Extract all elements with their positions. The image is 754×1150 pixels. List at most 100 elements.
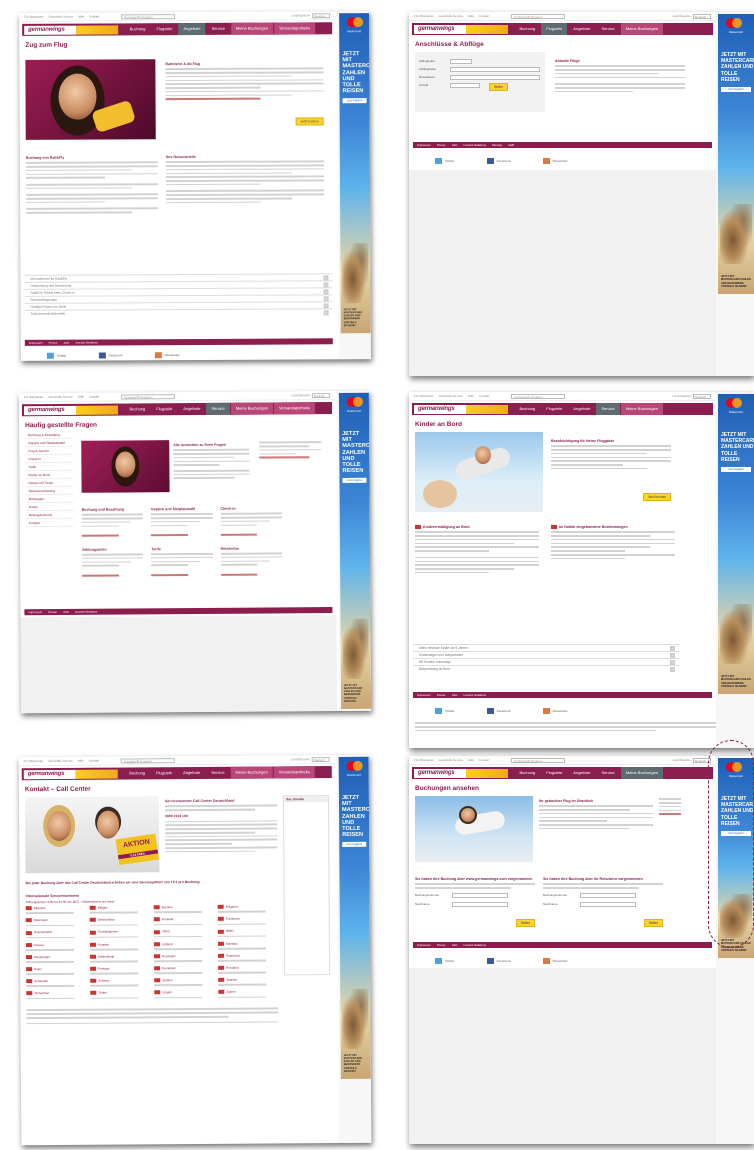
nav-item[interactable]: Flugziele	[541, 23, 568, 35]
mastercard-banner[interactable]: Mastercard JETZT MIT MASTERCARD ZAHLEN U…	[336, 754, 372, 1143]
mastercard-banner[interactable]: Mastercard JETZT MIT MASTERCARD ZAHLEN U…	[716, 392, 754, 748]
count-select[interactable]	[450, 83, 480, 88]
nav-item[interactable]: Buchung	[514, 23, 540, 35]
nav-item[interactable]: Meine Buchungen	[620, 23, 664, 35]
nav-item[interactable]: Meine Buchungen	[230, 402, 274, 415]
search-input[interactable]: Suchbegriff eingeben	[121, 13, 176, 19]
nav-item[interactable]: Service	[206, 402, 230, 415]
banner-button[interactable]: Zum Angebot	[342, 478, 367, 484]
nav-item[interactable]: Buchung	[514, 403, 540, 415]
logo[interactable]: germanwings	[23, 405, 77, 415]
lang-select[interactable]: Deutsch	[693, 13, 711, 19]
booking-number-input[interactable]	[452, 892, 508, 898]
search-input[interactable]: Suchbegriff eingeben	[511, 13, 566, 19]
lang-select[interactable]: Deutsch	[693, 393, 711, 399]
nav-item[interactable]: Meine Buchungen	[230, 766, 273, 779]
search-input[interactable]: Suchbegriff eingeben	[511, 757, 566, 763]
twitter-link[interactable]: Twitter	[435, 958, 455, 964]
accordion-row[interactable]: Mit Kindern unterwegs +	[413, 658, 679, 665]
date-input[interactable]	[450, 75, 540, 80]
booking-number-input[interactable]	[580, 892, 636, 898]
nav-item[interactable]: Flugziele	[151, 767, 177, 779]
nav-item[interactable]: Service	[596, 23, 619, 35]
facebook-link[interactable]: Facebook	[486, 958, 511, 964]
logo[interactable]: germanwings	[414, 404, 467, 414]
banner-button[interactable]: Zum Angebot	[342, 98, 367, 104]
nav-item[interactable]: Angebote	[178, 767, 205, 779]
nav-item[interactable]: Flugziele	[541, 403, 567, 415]
lang-select[interactable]: Deutsch	[312, 12, 331, 18]
banner-button[interactable]: Zum Angebot	[342, 842, 367, 848]
footer-link[interactable]: Investor Relations	[75, 341, 97, 345]
nav-item-angebote[interactable]: Angebote	[178, 22, 206, 36]
banner-button[interactable]: Zum Angebot	[721, 87, 751, 93]
nav-item-flugziele[interactable]: Flugziele	[151, 23, 177, 35]
twitter-link[interactable]: Twitter	[435, 708, 455, 714]
continue-button[interactable]: Weiter	[515, 918, 535, 927]
nav-item[interactable]: Versandapotheke	[273, 766, 315, 779]
search-input[interactable]: Suchbegriff eingeben	[120, 757, 175, 764]
newsletter-link[interactable]: Newsletter	[542, 958, 568, 964]
book-button[interactable]: Jetzt buchen	[642, 493, 671, 502]
nav-item[interactable]: Service	[596, 403, 620, 415]
top-link[interactable]: Hilfe	[78, 15, 84, 19]
nav-item[interactable]: Meine Buchungen	[620, 767, 664, 779]
to-input[interactable]	[450, 67, 540, 72]
search-button[interactable]: Weiter	[489, 83, 509, 91]
search-input[interactable]: Suchbegriff eingeben	[121, 393, 176, 400]
top-link[interactable]: Kontakt	[89, 14, 99, 18]
mastercard-banner[interactable]: Mastercard JETZT MIT MASTERCARD ZAHLEN U…	[716, 12, 754, 376]
nav-item[interactable]: Meine Buchungen	[620, 403, 664, 415]
book-button[interactable]: Jetzt buchen	[295, 117, 324, 126]
facebook-link[interactable]: Facebook	[486, 158, 511, 164]
nav-item[interactable]: Versandapotheke	[273, 402, 316, 415]
facebook-link[interactable]: Facebook	[486, 708, 511, 714]
top-link[interactable]: Geschäfts-Service	[49, 15, 74, 19]
accordion-row[interactable]: Allein reisende Kinder ab 5 Jahren +	[413, 644, 679, 651]
facebook-link[interactable]: Facebook	[98, 352, 123, 359]
nav-item-versand[interactable]: Versandapotheke	[274, 22, 316, 35]
lastname-input[interactable]	[452, 901, 508, 907]
nav-item-service[interactable]: Service	[207, 23, 230, 35]
nav-item-meine-buchungen[interactable]: Meine Buchungen	[230, 22, 274, 35]
sidebar-item[interactable]: Kontakt	[25, 518, 74, 528]
newsletter-link[interactable]: Newsletter	[154, 352, 180, 359]
nav-item[interactable]: Service	[596, 767, 619, 779]
nav-item[interactable]: Angebote	[568, 23, 595, 35]
nav-item[interactable]: Angebote	[568, 767, 595, 779]
mastercard-banner[interactable]: Mastercard JETZT MIT MASTERCARD ZAHLEN U…	[337, 11, 371, 360]
footer-link[interactable]: Jobs	[63, 341, 69, 345]
hotline-number[interactable]: 0900 1919 100	[165, 813, 277, 818]
nav-item[interactable]: Angebote	[568, 403, 595, 415]
nav-item[interactable]: Angebote	[178, 403, 205, 415]
logo[interactable]: germanwings	[23, 769, 77, 779]
accordion-row[interactable]: Kinderwagen und Babyschalen +	[413, 651, 679, 658]
logo[interactable]: germanwings	[414, 24, 467, 34]
top-link[interactable]: Für Mitarbeiter	[24, 15, 44, 19]
nav-item[interactable]: Service	[206, 767, 229, 779]
nav-item[interactable]: Buchung	[124, 767, 150, 779]
nav-item[interactable]: Flugziele	[151, 403, 177, 415]
banner-button[interactable]: Zum Angebot	[721, 467, 751, 473]
from-input[interactable]	[450, 59, 472, 64]
nav-item[interactable]: Flugziele	[541, 767, 567, 779]
accordion-row[interactable]: Teilnehmende Bahnhöfe +	[24, 308, 333, 317]
search-input[interactable]: Suchbegriff eingeben	[511, 393, 566, 399]
newsletter-link[interactable]: Newsletter	[542, 708, 568, 714]
logo[interactable]: germanwings	[24, 25, 77, 35]
accordion-row[interactable]: Babynahrung an Bord +	[413, 665, 679, 672]
footer-link[interactable]: Impressum	[29, 341, 43, 345]
mastercard-banner[interactable]: Mastercard JETZT MIT MASTERCARD ZAHLEN U…	[336, 390, 372, 711]
newsletter-link[interactable]: Newsletter	[542, 158, 568, 164]
logo[interactable]: germanwings	[414, 768, 467, 778]
nav-item[interactable]: Buchung	[124, 403, 150, 415]
twitter-link[interactable]: Twitter	[46, 352, 67, 359]
footer-link[interactable]: Presse	[49, 341, 58, 345]
lastname-input[interactable]	[580, 901, 636, 907]
twitter-link[interactable]: Twitter	[435, 158, 455, 164]
lang-select[interactable]: Deutsch	[311, 392, 330, 398]
nav-item-buchung[interactable]: Buchung	[125, 23, 151, 35]
lang-select[interactable]: Deutsch	[311, 756, 330, 762]
continue-button[interactable]: Weiter	[643, 918, 663, 927]
nav-item[interactable]: Buchung	[514, 767, 540, 779]
